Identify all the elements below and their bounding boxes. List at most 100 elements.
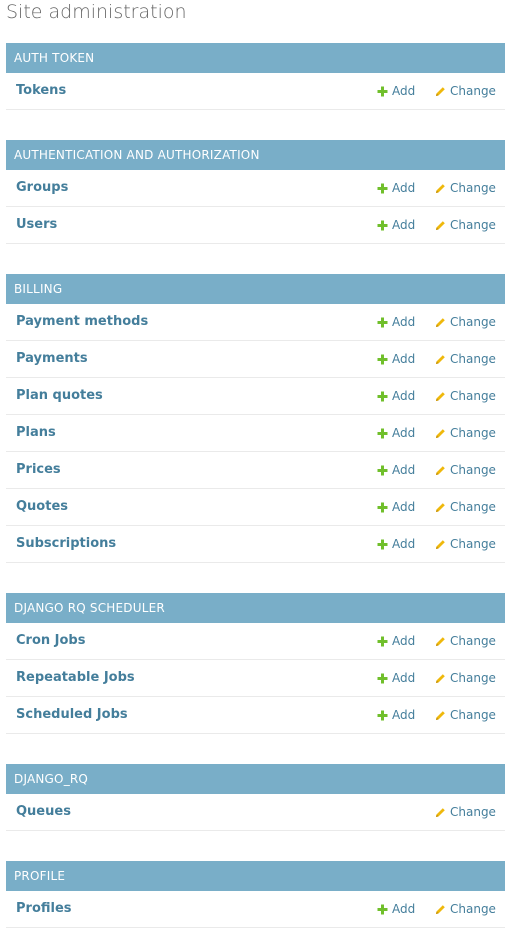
plus-icon bbox=[377, 710, 388, 721]
plus-icon bbox=[377, 502, 388, 513]
add-label: Add bbox=[392, 537, 416, 551]
change-link[interactable]: Change bbox=[435, 452, 496, 488]
plus-icon bbox=[377, 86, 388, 97]
change-label: Change bbox=[450, 218, 496, 232]
add-label: Add bbox=[392, 389, 416, 403]
change-label: Change bbox=[450, 389, 496, 403]
plus-icon bbox=[377, 636, 388, 647]
pencil-icon bbox=[435, 807, 446, 818]
change-link[interactable]: Change bbox=[435, 526, 496, 562]
pencil-icon bbox=[435, 220, 446, 231]
plus-icon bbox=[377, 904, 388, 915]
change-link[interactable]: Change bbox=[435, 415, 496, 451]
model-row: Tokens Add Change bbox=[6, 73, 505, 110]
model-row: Prices Add Change bbox=[6, 452, 505, 489]
model-link[interactable]: Payment methods bbox=[16, 304, 148, 340]
add-label: Add bbox=[392, 463, 416, 477]
plus-icon bbox=[377, 539, 388, 550]
add-link[interactable]: Add bbox=[377, 73, 415, 109]
change-link[interactable]: Change bbox=[435, 304, 496, 340]
module-caption[interactable]: Django RQ Scheduler bbox=[6, 593, 505, 623]
add-link[interactable]: Add bbox=[377, 452, 415, 488]
change-link[interactable]: Change bbox=[435, 341, 496, 377]
plus-icon bbox=[377, 673, 388, 684]
change-link[interactable]: Change bbox=[435, 170, 496, 206]
model-link[interactable]: Queues bbox=[16, 794, 71, 830]
module-django-rq: Django_RQ Queues Change bbox=[6, 764, 505, 831]
module-billing: Billing Payment methods Add Change Payments A… bbox=[6, 274, 505, 563]
change-label: Change bbox=[450, 315, 496, 329]
add-link[interactable]: Add bbox=[377, 207, 415, 243]
add-link[interactable]: Add bbox=[377, 304, 415, 340]
model-link[interactable]: Profiles bbox=[16, 891, 72, 927]
model-row: Groups Add Change bbox=[6, 170, 505, 207]
module-caption[interactable]: Billing bbox=[6, 274, 505, 304]
model-link[interactable]: Plans bbox=[16, 415, 56, 451]
pencil-icon bbox=[435, 673, 446, 684]
add-link[interactable]: Add bbox=[377, 341, 415, 377]
add-link[interactable]: Add bbox=[377, 623, 415, 659]
model-row: Users Add Change bbox=[6, 207, 505, 244]
change-link[interactable]: Change bbox=[435, 207, 496, 243]
change-link[interactable]: Change bbox=[435, 489, 496, 525]
add-label: Add bbox=[392, 902, 416, 916]
model-link[interactable]: Users bbox=[16, 207, 57, 243]
change-link[interactable]: Change bbox=[435, 378, 496, 414]
module-profile: Profile Profiles Add Change bbox=[6, 861, 505, 928]
add-link[interactable]: Add bbox=[377, 891, 415, 927]
model-link[interactable]: Prices bbox=[16, 452, 61, 488]
plus-icon bbox=[377, 317, 388, 328]
change-link[interactable]: Change bbox=[435, 623, 496, 659]
module-caption[interactable]: Auth Token bbox=[6, 43, 505, 73]
model-link[interactable]: Tokens bbox=[16, 73, 66, 109]
model-row: Plans Add Change bbox=[6, 415, 505, 452]
add-link[interactable]: Add bbox=[377, 378, 415, 414]
model-link[interactable]: Quotes bbox=[16, 489, 68, 525]
plus-icon bbox=[377, 354, 388, 365]
add-link[interactable]: Add bbox=[377, 415, 415, 451]
pencil-icon bbox=[435, 904, 446, 915]
pencil-icon bbox=[435, 391, 446, 402]
add-label: Add bbox=[392, 634, 416, 648]
change-label: Change bbox=[450, 181, 496, 195]
model-link[interactable]: Plan quotes bbox=[16, 378, 103, 414]
change-label: Change bbox=[450, 671, 496, 685]
model-row: Payment methods Add Change bbox=[6, 304, 505, 341]
add-link[interactable]: Add bbox=[377, 526, 415, 562]
plus-icon bbox=[377, 183, 388, 194]
model-link[interactable]: Repeatable Jobs bbox=[16, 660, 135, 696]
model-link[interactable]: Groups bbox=[16, 170, 68, 206]
change-label: Change bbox=[450, 426, 496, 440]
pencil-icon bbox=[435, 317, 446, 328]
module-authentication-and-authorization: Authentication and Authorization Groups Ad… bbox=[6, 140, 505, 244]
model-link[interactable]: Subscriptions bbox=[16, 526, 116, 562]
page-title: Site administration bbox=[6, 1, 187, 23]
change-link[interactable]: Change bbox=[435, 73, 496, 109]
plus-icon bbox=[377, 220, 388, 231]
add-link[interactable]: Add bbox=[377, 170, 415, 206]
change-link[interactable]: Change bbox=[435, 794, 496, 830]
module-caption[interactable]: Authentication and Authorization bbox=[6, 140, 505, 170]
add-label: Add bbox=[392, 84, 416, 98]
add-link[interactable]: Add bbox=[377, 697, 415, 733]
add-link[interactable]: Add bbox=[377, 489, 415, 525]
change-label: Change bbox=[450, 902, 496, 916]
model-row: Payments Add Change bbox=[6, 341, 505, 378]
model-row: Profiles Add Change bbox=[6, 891, 505, 928]
change-link[interactable]: Change bbox=[435, 697, 496, 733]
module-auth-token: Auth Token Tokens Add Change bbox=[6, 43, 505, 110]
change-link[interactable]: Change bbox=[435, 891, 496, 927]
pencil-icon bbox=[435, 86, 446, 97]
change-link[interactable]: Change bbox=[435, 660, 496, 696]
model-row: Cron Jobs Add Change bbox=[6, 623, 505, 660]
change-label: Change bbox=[450, 634, 496, 648]
model-link[interactable]: Cron Jobs bbox=[16, 623, 85, 659]
module-caption[interactable]: Django_RQ bbox=[6, 764, 505, 794]
model-link[interactable]: Scheduled Jobs bbox=[16, 697, 128, 733]
pencil-icon bbox=[435, 710, 446, 721]
pencil-icon bbox=[435, 183, 446, 194]
add-link[interactable]: Add bbox=[377, 660, 415, 696]
module-caption[interactable]: Profile bbox=[6, 861, 505, 891]
change-label: Change bbox=[450, 500, 496, 514]
model-link[interactable]: Payments bbox=[16, 341, 88, 377]
